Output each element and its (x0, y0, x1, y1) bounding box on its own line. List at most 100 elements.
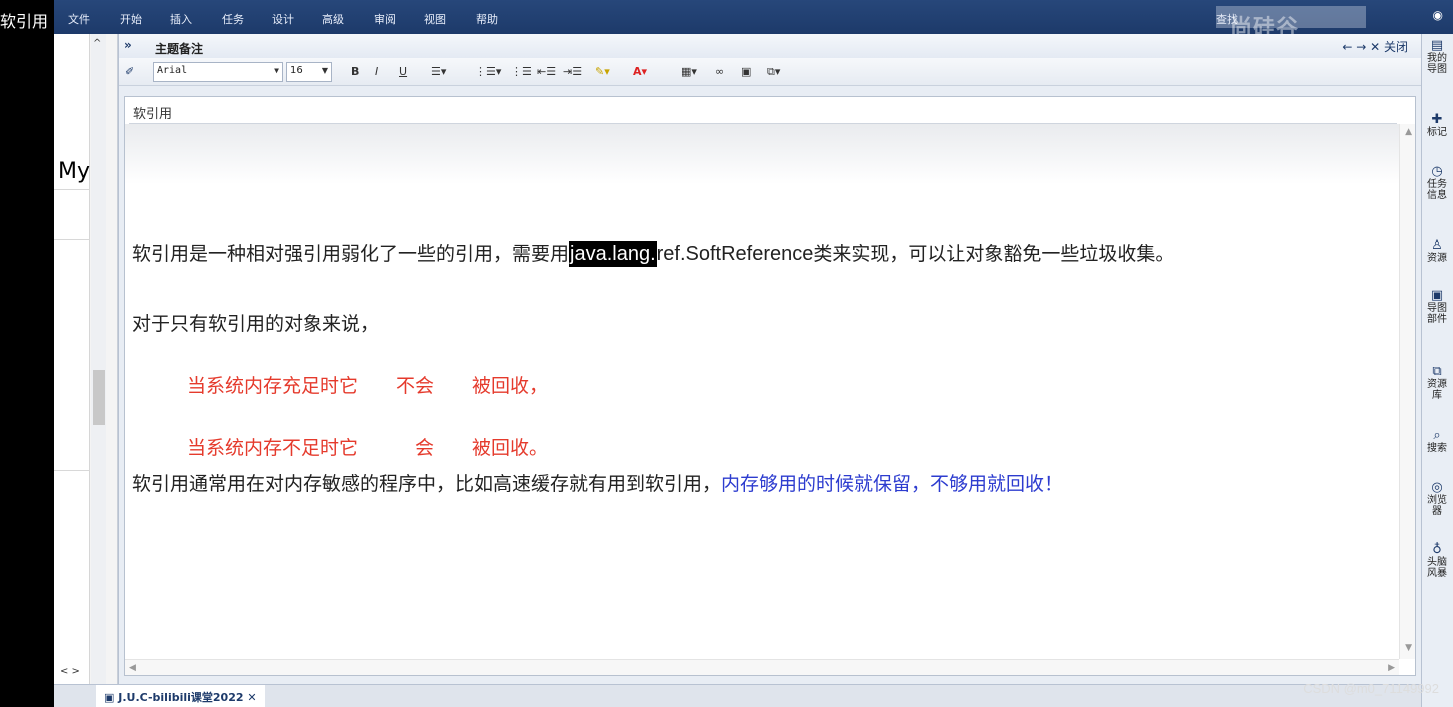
tab-label: 标记 (1427, 127, 1447, 138)
tab-label: 资源库 (1427, 379, 1447, 401)
menu-start[interactable]: 开始 (120, 11, 142, 27)
overlay-title: 软引用 (0, 12, 49, 31)
note-line-3: 当系统内存充足时它 不会 被回收， (187, 375, 549, 397)
table-icon[interactable]: ▦▾ (681, 65, 697, 78)
bullet-list-icon[interactable]: ⋮☰ (511, 65, 532, 78)
menu-advanced[interactable]: 高级 (322, 11, 344, 27)
lightbulb-icon: ♁ (1432, 542, 1442, 557)
selected-text: java.lang. (569, 241, 657, 267)
menu-insert[interactable]: 插入 (170, 11, 192, 27)
tab-markers[interactable]: ✚ 标记 (1426, 112, 1448, 138)
left-pane: My ^ (54, 34, 118, 684)
map-preview: My (54, 34, 90, 684)
clock-icon: ◷ (1431, 164, 1443, 179)
parts-icon: ▣ (1430, 288, 1444, 303)
tab-label: 资源 (1427, 253, 1447, 264)
bold-button[interactable]: B (351, 65, 359, 78)
menu-design[interactable]: 设计 (272, 11, 294, 27)
tab-resources[interactable]: ♙ 资源 (1426, 238, 1448, 264)
document-icon: ▣ (104, 691, 115, 704)
document-tabs: ▣ J.U.C-bilibili课堂2022 ✕ (54, 684, 1421, 707)
image-icon[interactable]: ▣ (741, 65, 751, 78)
menu-file[interactable]: 文件 (68, 11, 90, 27)
chevron-up-icon[interactable]: ^ (93, 38, 101, 49)
expand-chevron-icon[interactable]: » (124, 38, 132, 52)
scroll-down-icon[interactable]: ▼ (1405, 643, 1412, 653)
tab-my-maps[interactable]: ▤ 我的导图 (1426, 38, 1448, 75)
note-line-1: 软引用是一种相对强引用弱化了一些的引用，需要用java.lang.ref.Sof… (132, 239, 1175, 267)
numbered-list-icon[interactable]: ⋮☰▾ (475, 65, 501, 78)
left-scrollbar[interactable] (91, 34, 106, 684)
nav-arrows-icon[interactable]: < > (60, 666, 80, 677)
align-icon[interactable]: ☰▾ (431, 65, 446, 78)
note-text-blue: 内存够用的时候就保留，不够用就回收！ (721, 473, 1064, 495)
tab-label: 头脑风暴 (1427, 557, 1447, 579)
font-family-select[interactable]: Arial ▼ (153, 62, 283, 82)
help-icon[interactable]: ◉ (1433, 8, 1443, 22)
left-black-strip (0, 0, 54, 707)
forward-arrow-icon[interactable]: → (1356, 40, 1366, 54)
map-icon: ▤ (1430, 38, 1444, 53)
marker-icon: ✚ (1431, 112, 1443, 127)
outdent-icon[interactable]: ⇤☰ (537, 65, 556, 78)
note-line-2: 对于只有软引用的对象来说， (132, 313, 380, 335)
tab-label: 导图部件 (1427, 303, 1447, 325)
menu-view[interactable]: 视图 (424, 11, 446, 27)
back-arrow-icon[interactable]: ← (1342, 40, 1352, 54)
panel-title: 主题备注 (155, 42, 204, 56)
tab-label: 搜索 (1427, 443, 1447, 454)
search-icon: ⌕ (1433, 428, 1441, 443)
library-icon: ⧉ (1432, 364, 1442, 379)
italic-button[interactable]: I (375, 65, 378, 78)
doc-tab[interactable]: ▣ J.U.C-bilibili课堂2022 ✕ (96, 685, 265, 707)
browser-icon: ◎ (1431, 480, 1443, 495)
scroll-left-icon[interactable]: ◀ (129, 663, 136, 673)
font-size-value: 16 (290, 65, 303, 76)
menu-task[interactable]: 任务 (222, 11, 244, 27)
font-color-icon[interactable]: A▾ (633, 65, 647, 78)
tab-search[interactable]: ⌕ 搜索 (1426, 428, 1448, 454)
note-line-4: 当系统内存不足时它 会 被回收。 (187, 437, 549, 459)
tab-map-parts[interactable]: ▣ 导图部件 (1426, 288, 1448, 325)
topic-title: 软引用 (133, 107, 173, 122)
note-text: 软引用是一种相对强引用弱化了一些的引用，需要用 (132, 243, 570, 265)
person-icon: ♙ (1431, 238, 1443, 253)
highlight-color-icon[interactable]: ✎▾ (595, 65, 610, 78)
vertical-scrollbar[interactable] (1399, 124, 1415, 659)
note-editor[interactable]: 软引用 软引用是一种相对强引用弱化了一些的引用，需要用java.lang.ref… (124, 96, 1416, 676)
chevron-down-icon: ▼ (321, 66, 328, 75)
format-toolbar: ✐ Arial ▼ 16 ▼ B I U ☰▾ ⋮☰▾ ⋮☰ ⇤☰ ⇥☰ ✎▾ … (119, 58, 1422, 86)
tab-label: 浏览器 (1427, 495, 1447, 517)
close-icon[interactable]: ✕ (247, 691, 256, 704)
indent-icon[interactable]: ⇥☰ (563, 65, 582, 78)
tab-task-info[interactable]: ◷ 任务信息 (1426, 164, 1448, 201)
insert-object-icon[interactable]: ⧉▾ (767, 65, 780, 79)
note-text: 类来实现，可以让对象豁免一些垃圾收集。 (813, 243, 1175, 265)
close-label[interactable]: 关闭 (1384, 40, 1408, 54)
tab-browser[interactable]: ◎ 浏览器 (1426, 480, 1448, 517)
menu-review[interactable]: 审阅 (374, 11, 396, 27)
close-icon[interactable]: ✕ (1370, 40, 1380, 54)
underline-button[interactable]: U (399, 65, 407, 78)
editor-fade (125, 124, 1399, 184)
tab-library[interactable]: ⧉ 资源库 (1426, 364, 1448, 401)
credit-watermark: CSDN @m0_71149992 (1303, 681, 1439, 696)
font-size-select[interactable]: 16 ▼ (286, 62, 332, 82)
tab-brainstorm[interactable]: ♁ 头脑风暴 (1426, 542, 1448, 579)
tab-label: 任务信息 (1427, 179, 1447, 201)
scroll-right-icon[interactable]: ▶ (1388, 663, 1395, 673)
horizontal-scrollbar[interactable] (125, 659, 1399, 675)
note-text: 软引用通常用在对内存敏感的程序中，比如高速缓存就有用到软引用， (132, 473, 722, 495)
menu-help[interactable]: 帮助 (476, 11, 498, 27)
scroll-up-icon[interactable]: ▲ (1405, 127, 1412, 137)
right-sidebar: ▤ 我的导图 ✚ 标记 ◷ 任务信息 ♙ 资源 ▣ 导图部件 ⧉ 资源库 ⌕ 搜索 ◎ 浏览器 … (1421, 34, 1453, 707)
link-icon[interactable]: ∞ (715, 65, 724, 78)
panel-header: » 主题备注 ← → ✕ 关闭 (119, 34, 1422, 58)
notes-panel: » 主题备注 ← → ✕ 关闭 ✐ Arial ▼ 16 ▼ B I U ☰▾ … (118, 34, 1422, 684)
note-line-5: 软引用通常用在对内存敏感的程序中，比如高速缓存就有用到软引用，内存够用的时候就保… (132, 469, 1063, 496)
doc-tab-label: J.U.C-bilibili课堂2022 (118, 691, 244, 704)
tab-label: 我的导图 (1427, 53, 1447, 75)
panel-nav: ← → ✕ 关闭 (1342, 38, 1408, 55)
chevron-down-icon: ▼ (274, 66, 279, 75)
format-brush-icon[interactable]: ✐ (125, 65, 134, 78)
